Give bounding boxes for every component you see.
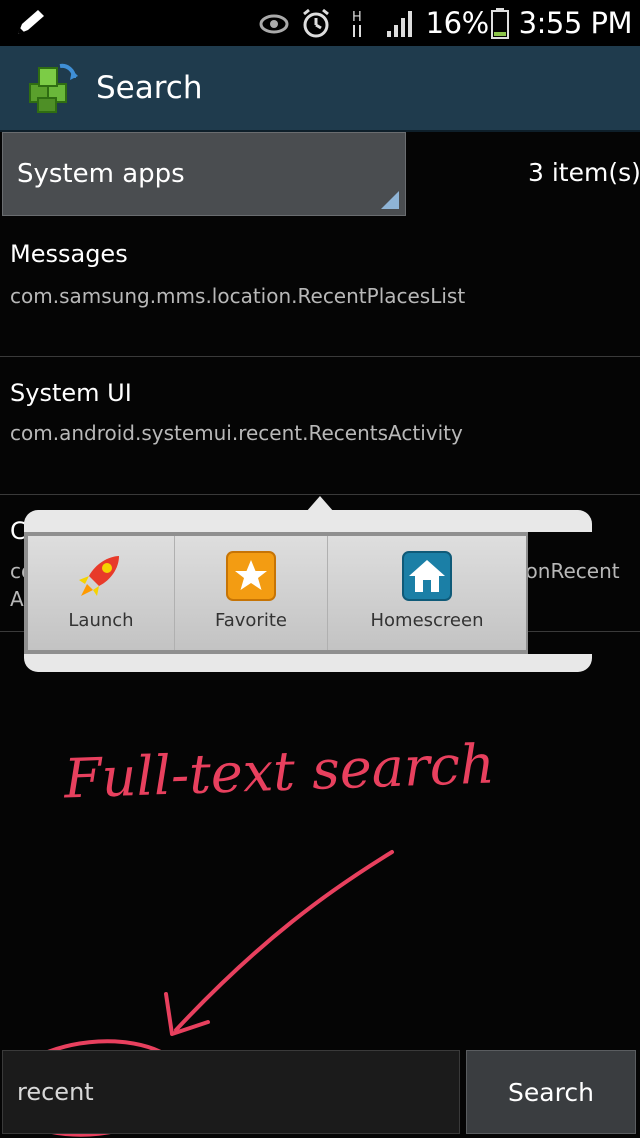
battery-percent: 16% — [425, 6, 489, 40]
list-item-subtitle-line2: A — [10, 587, 24, 611]
popup-top-edge — [24, 510, 592, 532]
list-item-subtitle: com.samsung.mms.location.RecentPlacesLis… — [10, 284, 466, 308]
action-bar: Search — [0, 46, 640, 132]
search-button[interactable]: Search — [466, 1050, 636, 1134]
status-icons: H 16% 3:55 PM — [258, 4, 633, 42]
home-icon — [402, 551, 452, 601]
list-item-subtitle: com.android.systemui.recent.RecentsActiv… — [10, 421, 463, 445]
popup-label-favorite: Favorite — [215, 610, 287, 631]
list-item[interactable]: System UI com.android.systemui.recent.Re… — [0, 357, 640, 495]
battery-group: 16% — [426, 6, 509, 40]
popup-bottom-edge — [24, 654, 592, 672]
rocket-icon — [79, 556, 119, 596]
status-bar: H 16% 3:55 PM — [0, 0, 640, 46]
app-cubes-icon[interactable] — [24, 60, 80, 116]
clock: 3:55 PM — [518, 6, 633, 40]
quick-action-popup: Launch Favorite Homescreen — [24, 532, 528, 654]
star-icon — [226, 551, 276, 601]
eye-icon — [259, 14, 289, 34]
filter-selected-label: System apps — [17, 159, 185, 189]
hplus-icon: H — [352, 10, 362, 37]
filter-dropdown[interactable]: System apps — [2, 132, 406, 216]
svg-text:H: H — [352, 10, 362, 25]
signal-icon — [386, 11, 412, 37]
pencil-icon — [18, 10, 44, 34]
annotation-text: Full-text search — [63, 732, 496, 811]
list-item-subtitle-right: ionRecent — [520, 559, 620, 583]
page-title: Search — [96, 70, 203, 106]
list-item-title: Messages — [10, 240, 128, 268]
popup-label-launch: Launch — [68, 610, 134, 631]
dropdown-corner-icon — [381, 191, 399, 209]
popup-label-homescreen: Homescreen — [370, 610, 484, 631]
result-count: 3 item(s) — [528, 158, 640, 187]
list-item-title: System UI — [10, 379, 132, 407]
homescreen-button[interactable]: Homescreen — [328, 536, 526, 650]
search-input[interactable] — [2, 1050, 460, 1134]
annotation-arrow-head — [164, 992, 210, 1036]
favorite-button[interactable]: Favorite — [175, 536, 328, 650]
alarm-icon — [302, 8, 329, 38]
annotation-arrow-line — [174, 850, 394, 1032]
list-item[interactable]: Messages com.samsung.mms.location.Recent… — [0, 218, 640, 357]
battery-icon — [490, 8, 509, 39]
launch-button[interactable]: Launch — [28, 536, 175, 650]
